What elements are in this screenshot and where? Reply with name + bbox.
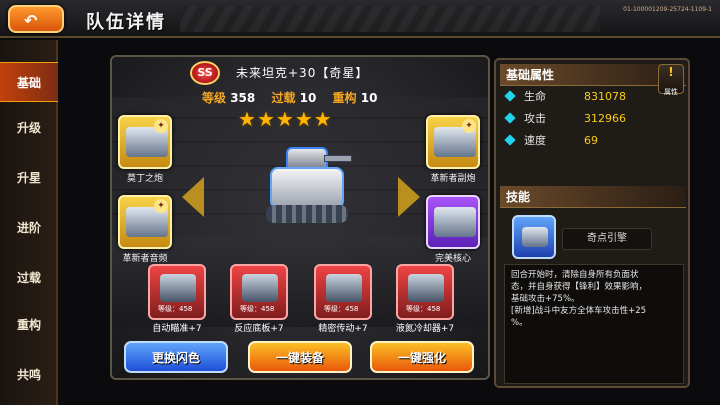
equipment-name-1: 莫丁之炮 bbox=[126, 174, 163, 184]
unit-panel: SS 未来坦克+30【奇星】 等级 358 过载 10 重构 10 ★★★★★ … bbox=[110, 55, 490, 380]
rebuild-value: 10 bbox=[360, 91, 378, 105]
equipment-slot-2[interactable]: ✦ bbox=[426, 115, 480, 169]
engine-icon bbox=[522, 227, 548, 247]
rank-badge: SS bbox=[190, 61, 220, 85]
tank-model bbox=[262, 139, 352, 234]
sidebar-item-resonance[interactable]: 共鸣 bbox=[0, 355, 58, 395]
aim-part-icon bbox=[160, 274, 196, 302]
chip-slot-4[interactable]: 等级：458 bbox=[396, 264, 454, 320]
attr-value: 831078 bbox=[584, 90, 626, 103]
star-icon: ★ bbox=[238, 107, 257, 131]
sidebar-item-basic[interactable]: 基础 bbox=[0, 62, 58, 102]
chip-name-4: 液氮冷却器+7 bbox=[395, 324, 455, 334]
sidebar-item-star-up[interactable]: 升星 bbox=[0, 158, 58, 198]
chip-level: 等级：458 bbox=[406, 305, 441, 313]
chip-level: 等级：458 bbox=[240, 305, 275, 313]
equip-all-button[interactable]: 一键装备 bbox=[248, 341, 352, 373]
chip-slot-2[interactable]: 等级：458 bbox=[230, 264, 288, 320]
sidebar: 基础 升级 升星 进阶 过载 重构 共鸣 bbox=[0, 40, 58, 405]
equipment-slot-3[interactable]: ✦ bbox=[118, 195, 172, 249]
level-value: 358 bbox=[230, 91, 256, 105]
equipment-slot-4[interactable] bbox=[426, 195, 480, 249]
sidebar-item-rebuild[interactable]: 重构 bbox=[0, 305, 58, 345]
skill-heading: 技能 bbox=[500, 186, 686, 208]
upgrade-icon: ✦ bbox=[154, 119, 168, 133]
session-id: 01-100001209-25724-1109-1 bbox=[623, 6, 712, 13]
skill-desc-line: %。 bbox=[511, 318, 528, 328]
unit-stats: 等级 358 过载 10 重构 10 bbox=[202, 89, 389, 106]
skill-desc-line: 态，并自身获得【锋利】效果影响， bbox=[511, 282, 648, 292]
skill-name: 奇点引擎 bbox=[562, 228, 652, 250]
skill-desc-line: 回合开始时，清除自身所有负面状 bbox=[511, 270, 639, 280]
attr-value: 312966 bbox=[584, 112, 626, 125]
attr-row-hp: 生命 831078 bbox=[504, 88, 686, 106]
attr-label: 生命 bbox=[524, 90, 546, 103]
skill-icon[interactable] bbox=[512, 215, 556, 259]
chip-slot-3[interactable]: 等级：458 bbox=[314, 264, 372, 320]
diamond-icon bbox=[504, 134, 516, 146]
attr-row-speed: 速度 69 bbox=[504, 132, 686, 150]
page-title: 队伍详情 bbox=[86, 12, 166, 33]
star-rating: ★★★★★ bbox=[238, 107, 333, 131]
sidebar-item-overload[interactable]: 过载 bbox=[0, 258, 58, 298]
change-color-button[interactable]: 更换闪色 bbox=[124, 341, 228, 373]
info-panel: 基础属性 ! 属性 生命 831078 攻击 312966 速度 69 技能 奇点引擎… bbox=[494, 58, 690, 388]
upgrade-icon: ✦ bbox=[462, 119, 476, 133]
attr-value: 69 bbox=[584, 134, 598, 147]
chip-slot-1[interactable]: 等级：458 bbox=[148, 264, 206, 320]
level-label: 等级 bbox=[202, 91, 227, 105]
attr-label: 攻击 bbox=[524, 112, 546, 125]
star-icon: ★ bbox=[294, 107, 314, 131]
chip-name-2: 反应底板+7 bbox=[234, 324, 284, 334]
equipment-slot-1[interactable]: ✦ bbox=[118, 115, 172, 169]
diamond-icon bbox=[504, 90, 516, 102]
star-icon: ★ bbox=[313, 107, 333, 131]
upgrade-icon: ✦ bbox=[154, 199, 168, 213]
skill-desc-line: [新增]战斗中友方全体车攻击性+25 bbox=[511, 306, 647, 316]
equipment-name-4: 完美核心 bbox=[434, 254, 471, 264]
sidebar-item-advance[interactable]: 进阶 bbox=[0, 208, 58, 248]
top-bar: ↶ 队伍详情 01-100001209-25724-1109-1 bbox=[0, 0, 720, 38]
back-button[interactable]: ↶ bbox=[8, 5, 64, 33]
transmission-icon bbox=[326, 274, 362, 302]
chip-level: 等级：458 bbox=[324, 305, 359, 313]
sidebar-item-upgrade[interactable]: 升级 bbox=[0, 108, 58, 148]
armor-plate-icon bbox=[242, 274, 278, 302]
chip-name-1: 自动瞄准+7 bbox=[152, 324, 202, 334]
chip-level: 等级：458 bbox=[158, 305, 193, 313]
diamond-icon bbox=[504, 112, 516, 124]
core-module-icon bbox=[434, 207, 476, 237]
attr-label: 速度 bbox=[524, 134, 546, 147]
back-arrow-icon: ↶ bbox=[24, 11, 38, 30]
rebuild-label: 重构 bbox=[332, 91, 357, 105]
cooler-icon bbox=[408, 274, 444, 302]
star-icon: ★ bbox=[256, 107, 276, 131]
exclamation-icon: ! bbox=[668, 65, 674, 79]
skill-description: 回合开始时，清除自身所有负面状 态，并自身获得【锋利】效果影响， 基础攻击+75… bbox=[504, 264, 684, 384]
star-icon: ★ bbox=[275, 107, 295, 131]
equipment-name-2: 革新者副炮 bbox=[430, 174, 476, 184]
unit-name: 未来坦克+30【奇星】 bbox=[236, 66, 369, 80]
title-decoration bbox=[180, 6, 600, 32]
attr-row-attack: 攻击 312966 bbox=[504, 110, 686, 128]
skill-desc-line: 基础攻击+75%。 bbox=[511, 294, 580, 304]
equipment-name-3: 革新者音频 bbox=[122, 254, 168, 264]
chip-name-3: 精密传动+7 bbox=[318, 324, 368, 334]
overload-value: 10 bbox=[299, 91, 317, 105]
enhance-all-button[interactable]: 一键强化 bbox=[370, 341, 474, 373]
overload-label: 过载 bbox=[271, 91, 296, 105]
